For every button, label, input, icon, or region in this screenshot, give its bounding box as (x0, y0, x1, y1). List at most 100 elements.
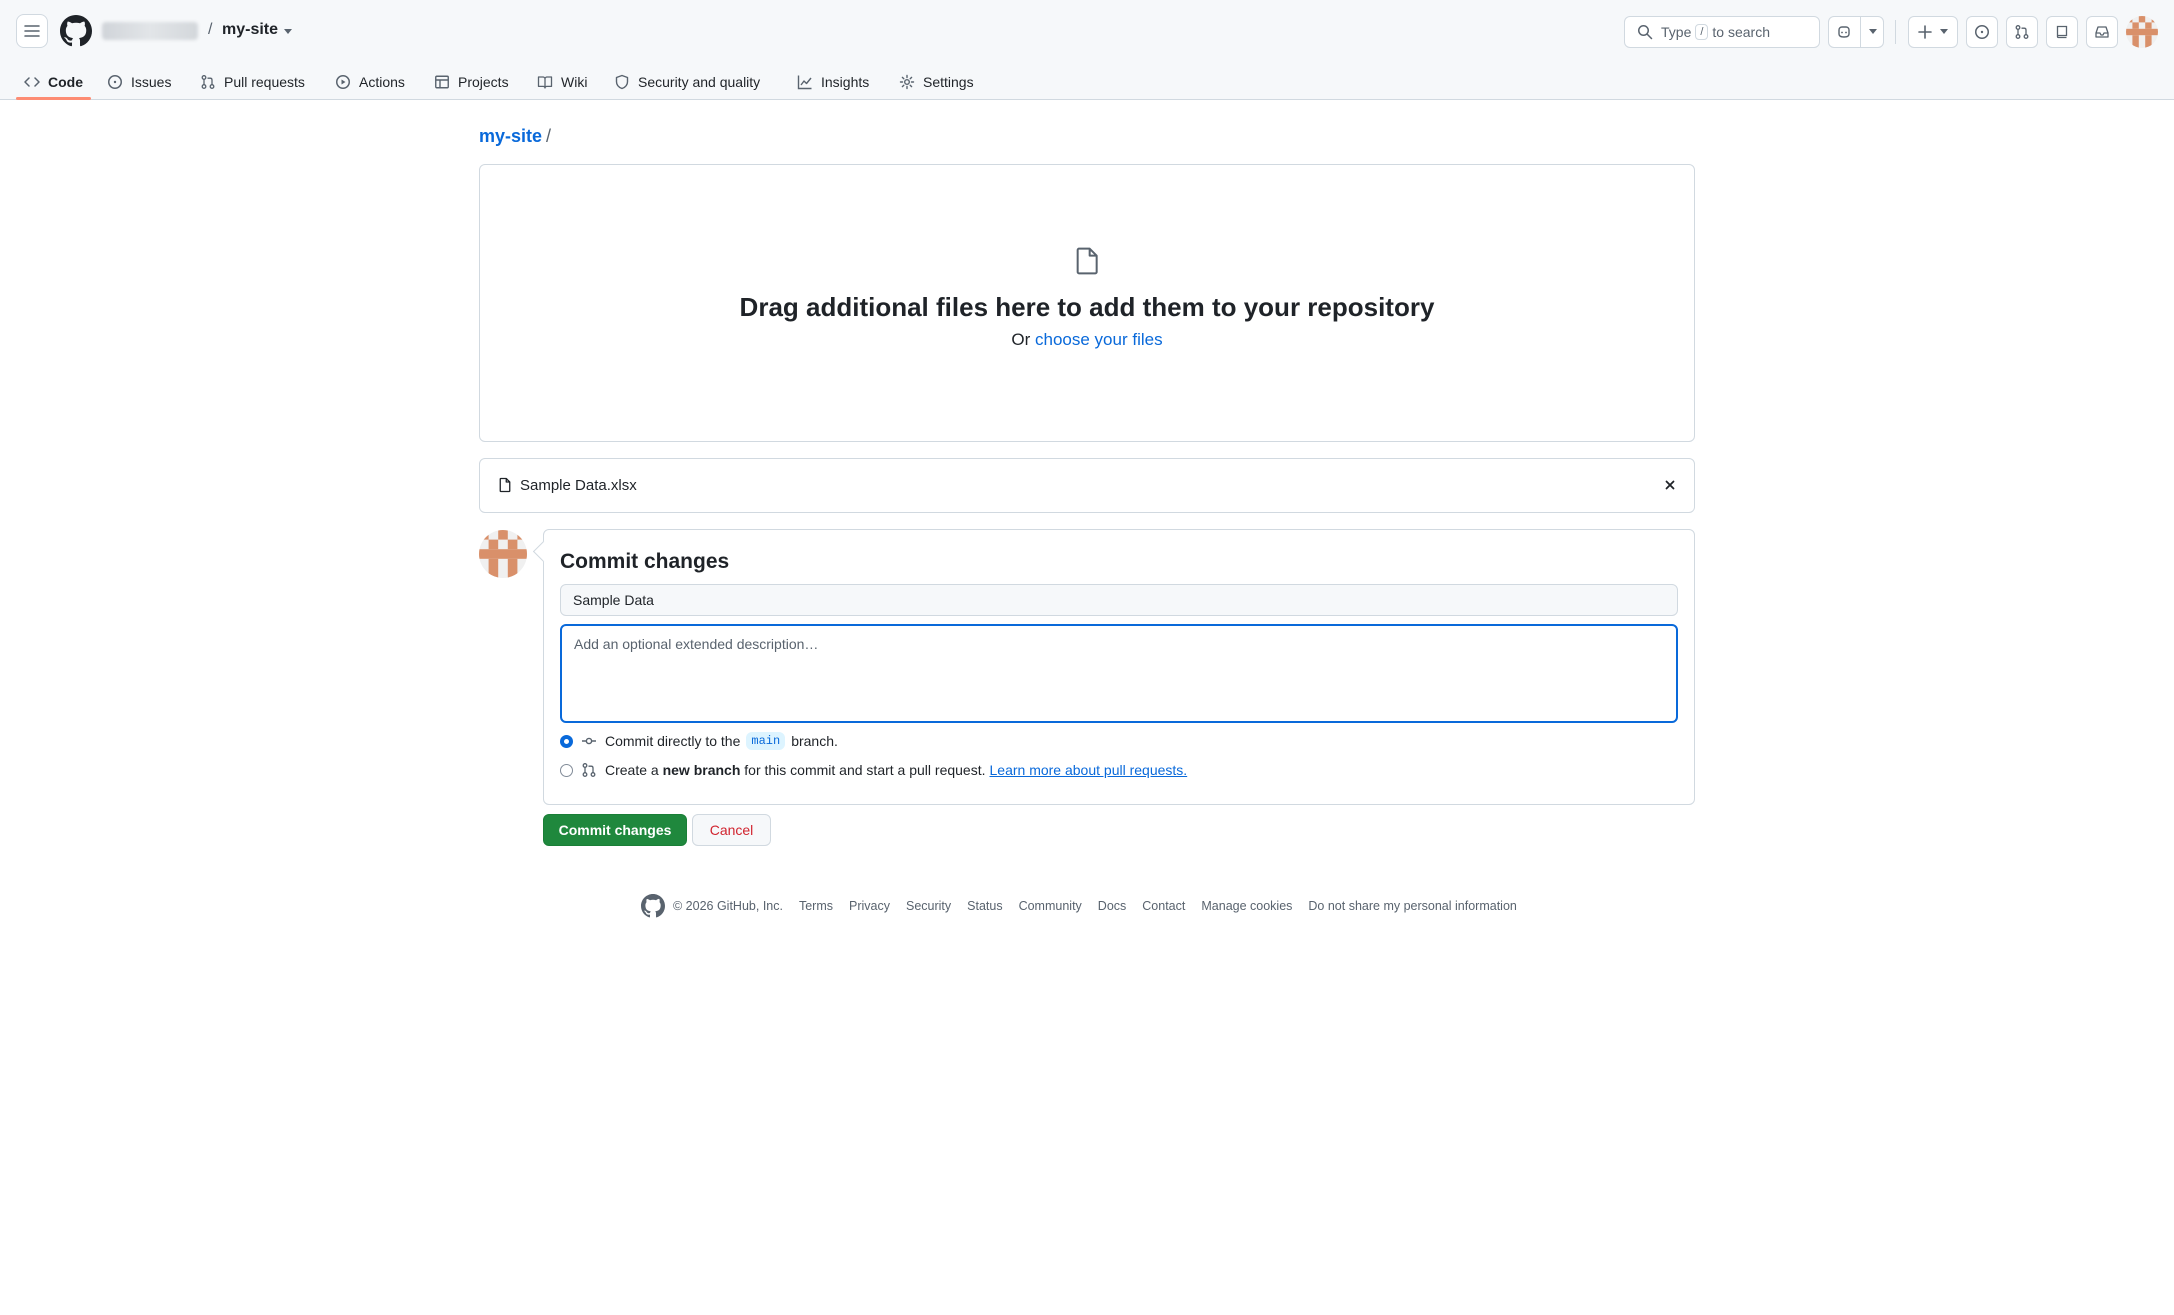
file-icon (499, 477, 511, 493)
footer-link-do-not-share[interactable]: Do not share my personal information (1308, 899, 1516, 913)
commit-new-branch-option[interactable]: Create a new branch for this commit and … (560, 760, 1187, 780)
footer-link-docs[interactable]: Docs (1098, 899, 1126, 913)
tab-insights[interactable]: Insights (797, 64, 869, 100)
cancel-button[interactable]: Cancel (692, 814, 771, 846)
footer-copyright: © 2026 GitHub, Inc. (673, 899, 783, 913)
identicon-avatar-icon (2126, 16, 2158, 48)
tab-label: Code (48, 74, 83, 90)
footer-link-security[interactable]: Security (906, 899, 951, 913)
tab-label: Settings (923, 74, 974, 90)
tab-actions[interactable]: Actions (335, 64, 405, 100)
close-icon[interactable] (1662, 477, 1678, 493)
new-branch-prefix: Create a (605, 762, 659, 778)
user-avatar[interactable] (2126, 16, 2158, 48)
header-divider (1895, 20, 1896, 44)
commit-description-textarea[interactable] (560, 624, 1678, 723)
footer-link-privacy[interactable]: Privacy (849, 899, 890, 913)
tab-label: Insights (821, 74, 870, 90)
choose-files-link[interactable]: choose your files (1035, 330, 1163, 349)
hamburger-icon (24, 25, 40, 37)
git-pull-request-icon (2015, 25, 2029, 39)
new-branch-bold: new branch (662, 762, 741, 778)
breadcrumb-separator: / (546, 126, 552, 146)
tab-code[interactable]: Code (24, 64, 83, 100)
tab-issues[interactable]: Issues (107, 64, 171, 100)
tab-label: Pull requests (224, 74, 305, 90)
footer-link-contact[interactable]: Contact (1142, 899, 1185, 913)
notifications-button[interactable] (2086, 16, 2118, 48)
repo-icon (2056, 25, 2068, 39)
search-input[interactable]: Type / to search (1624, 16, 1820, 48)
file-icon (1076, 247, 1098, 275)
learn-more-pull-requests-link[interactable]: Learn more about pull requests. (990, 762, 1188, 778)
file-dropzone[interactable]: Drag additional files here to add them t… (479, 164, 1695, 442)
identicon-avatar-icon (479, 530, 527, 578)
github-mark-icon[interactable] (641, 894, 665, 918)
search-icon (1638, 25, 1653, 40)
play-icon (336, 75, 350, 89)
repo-nav-tabs: Code Issues Pull requests Actions Projec… (0, 64, 2174, 100)
uploaded-file-name: Sample Data.xlsx (520, 477, 637, 494)
copilot-icon (1837, 26, 1850, 38)
triangle-down-icon (1868, 29, 1877, 34)
uploaded-file-row: Sample Data.xlsx (479, 458, 1695, 513)
tab-label: Security and quality (638, 74, 761, 90)
git-pull-request-icon (582, 763, 596, 777)
triangle-down-icon (1940, 29, 1948, 34)
git-commit-icon (582, 737, 596, 745)
tab-label: Actions (359, 74, 405, 90)
active-tab-indicator (16, 97, 91, 100)
tab-projects[interactable]: Projects (434, 64, 509, 100)
commit-form: Commit changes Commit directly to the ma… (543, 529, 1695, 805)
footer-link-terms[interactable]: Terms (799, 899, 833, 913)
search-suffix: to search (1712, 24, 1771, 40)
tab-label: Wiki (561, 74, 588, 90)
commit-direct-radio[interactable] (560, 734, 573, 748)
global-header: / my-site Type / to search Code Issues P… (0, 0, 2174, 100)
branch-name-badge: main (746, 732, 786, 750)
menu-button[interactable] (16, 14, 48, 48)
author-avatar (479, 530, 527, 578)
github-logo-icon[interactable] (60, 15, 92, 47)
tab-security-and-quality[interactable]: Security and quality (614, 64, 760, 100)
git-pull-request-icon (201, 75, 215, 89)
plus-icon (1918, 25, 1932, 39)
gear-icon (899, 74, 915, 90)
shield-icon (615, 74, 629, 90)
commit-new-branch-radio[interactable] (560, 763, 573, 777)
header-separator: / (208, 21, 213, 38)
repositories-button[interactable] (2046, 16, 2078, 48)
book-icon (537, 76, 553, 89)
search-shortcut-key: / (1695, 24, 1709, 40)
tab-settings[interactable]: Settings (899, 64, 974, 100)
tab-pull-requests[interactable]: Pull requests (200, 64, 305, 100)
pull-requests-button[interactable] (2006, 16, 2038, 48)
new-branch-suffix: for this commit and start a pull request… (744, 762, 986, 778)
commit-title: Commit changes (560, 550, 730, 573)
breadcrumb-repo-link[interactable]: my-site (479, 126, 542, 146)
commit-message-input[interactable] (560, 584, 1678, 616)
commit-changes-button[interactable]: Commit changes (543, 814, 687, 846)
dropzone-or-text: Or (1011, 330, 1031, 349)
issues-button[interactable] (1966, 16, 1998, 48)
dropzone-subtitle: Or choose your files (480, 330, 1694, 350)
footer-link-manage-cookies[interactable]: Manage cookies (1201, 899, 1292, 913)
tab-wiki[interactable]: Wiki (537, 64, 587, 100)
tab-label: Projects (458, 74, 509, 90)
copilot-button[interactable] (1828, 16, 1884, 48)
create-new-button[interactable] (1908, 16, 1958, 48)
footer-link-community[interactable]: Community (1019, 899, 1082, 913)
owner-name-redacted[interactable] (102, 22, 198, 40)
triangle-down-icon[interactable] (283, 28, 293, 36)
commit-direct-option[interactable]: Commit directly to the main branch. (560, 731, 838, 751)
inbox-icon (2095, 26, 2109, 38)
header-repo-name[interactable]: my-site (222, 21, 278, 39)
footer-link-status[interactable]: Status (967, 899, 1002, 913)
breadcrumb: my-site / (479, 126, 551, 147)
issue-opened-icon (108, 75, 122, 89)
graph-icon (797, 75, 812, 90)
dropzone-title: Drag additional files here to add them t… (739, 292, 1435, 322)
issue-opened-icon (1975, 25, 1989, 39)
footer: © 2026 GitHub, Inc. Terms Privacy Securi… (641, 894, 1533, 918)
code-icon (24, 77, 40, 87)
